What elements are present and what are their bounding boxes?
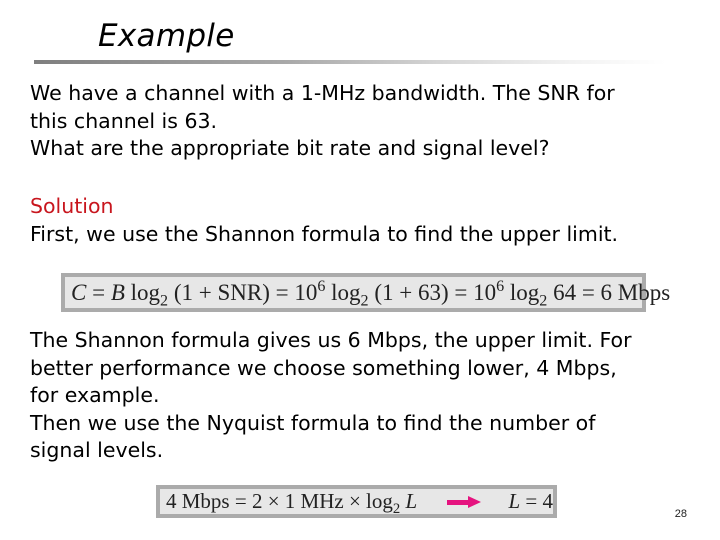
formula-text: log — [504, 279, 540, 305]
formula-text: = 4 — [520, 489, 553, 513]
nyquist-formula: 4 Mbps = 2 × 1 MHz × log2 L — [166, 489, 418, 518]
shannon-formula-box: C = B log2 (1 + SNR) = 106 log2 (1 + 63)… — [61, 273, 670, 312]
formula-text: 4 Mbps = 2 × 1 MHz × log — [166, 489, 393, 513]
problem-line: We have a channel with a 1-MHz bandwidth… — [30, 81, 615, 105]
explanation-line: signal levels. — [30, 438, 164, 462]
nyquist-result: L = 4 — [508, 489, 553, 514]
formula-subscript: 2 — [360, 292, 369, 310]
formula-text: = — [86, 279, 111, 305]
formula-var-l: L — [508, 489, 521, 513]
slide-title: Example — [98, 18, 235, 54]
solution-heading: Solution — [30, 194, 114, 218]
explanation-line: Then we use the Nyquist formula to find … — [30, 410, 596, 435]
solution-intro: First, we use the Shannon formula to fin… — [30, 222, 619, 246]
problem-line: this channel is 63. — [30, 108, 218, 133]
explanation-line: for example. — [30, 383, 160, 407]
formula-var-l: L — [405, 489, 418, 513]
page-number: 28 — [674, 508, 687, 520]
title-underline-divider — [34, 60, 666, 64]
explanation-line: The Shannon formula gives us 6 Mbps, the… — [30, 328, 632, 352]
problem-line: What are the appropriate bit rate and si… — [30, 136, 550, 160]
right-arrow-icon — [447, 495, 482, 508]
formula-text: log — [124, 279, 161, 305]
formula-text: (1 + SNR) = 10 — [168, 279, 318, 305]
shannon-formula: C = B log2 (1 + SNR) = 106 log2 (1 + 63)… — [71, 277, 671, 310]
nyquist-formula-box: 4 Mbps = 2 × 1 MHz × log2 L L = 4 — [156, 485, 557, 518]
formula-subscript: 2 — [392, 501, 401, 518]
formula-text: 64 = 6 Mbps — [547, 279, 671, 305]
formula-text: (1 + 63) = 10 — [368, 279, 497, 305]
solution-explanation: The Shannon formula gives us 6 Mbps, the… — [30, 327, 632, 465]
formula-text: log — [325, 279, 361, 305]
formula-subscript: 2 — [160, 292, 169, 310]
formula-var-b: B — [110, 279, 125, 305]
formula-var-c: C — [71, 279, 87, 305]
problem-statement: We have a channel with a 1-MHz bandwidth… — [30, 80, 615, 163]
explanation-line: better performance we choose something l… — [30, 355, 617, 380]
formula-superscript: 6 — [496, 277, 505, 295]
